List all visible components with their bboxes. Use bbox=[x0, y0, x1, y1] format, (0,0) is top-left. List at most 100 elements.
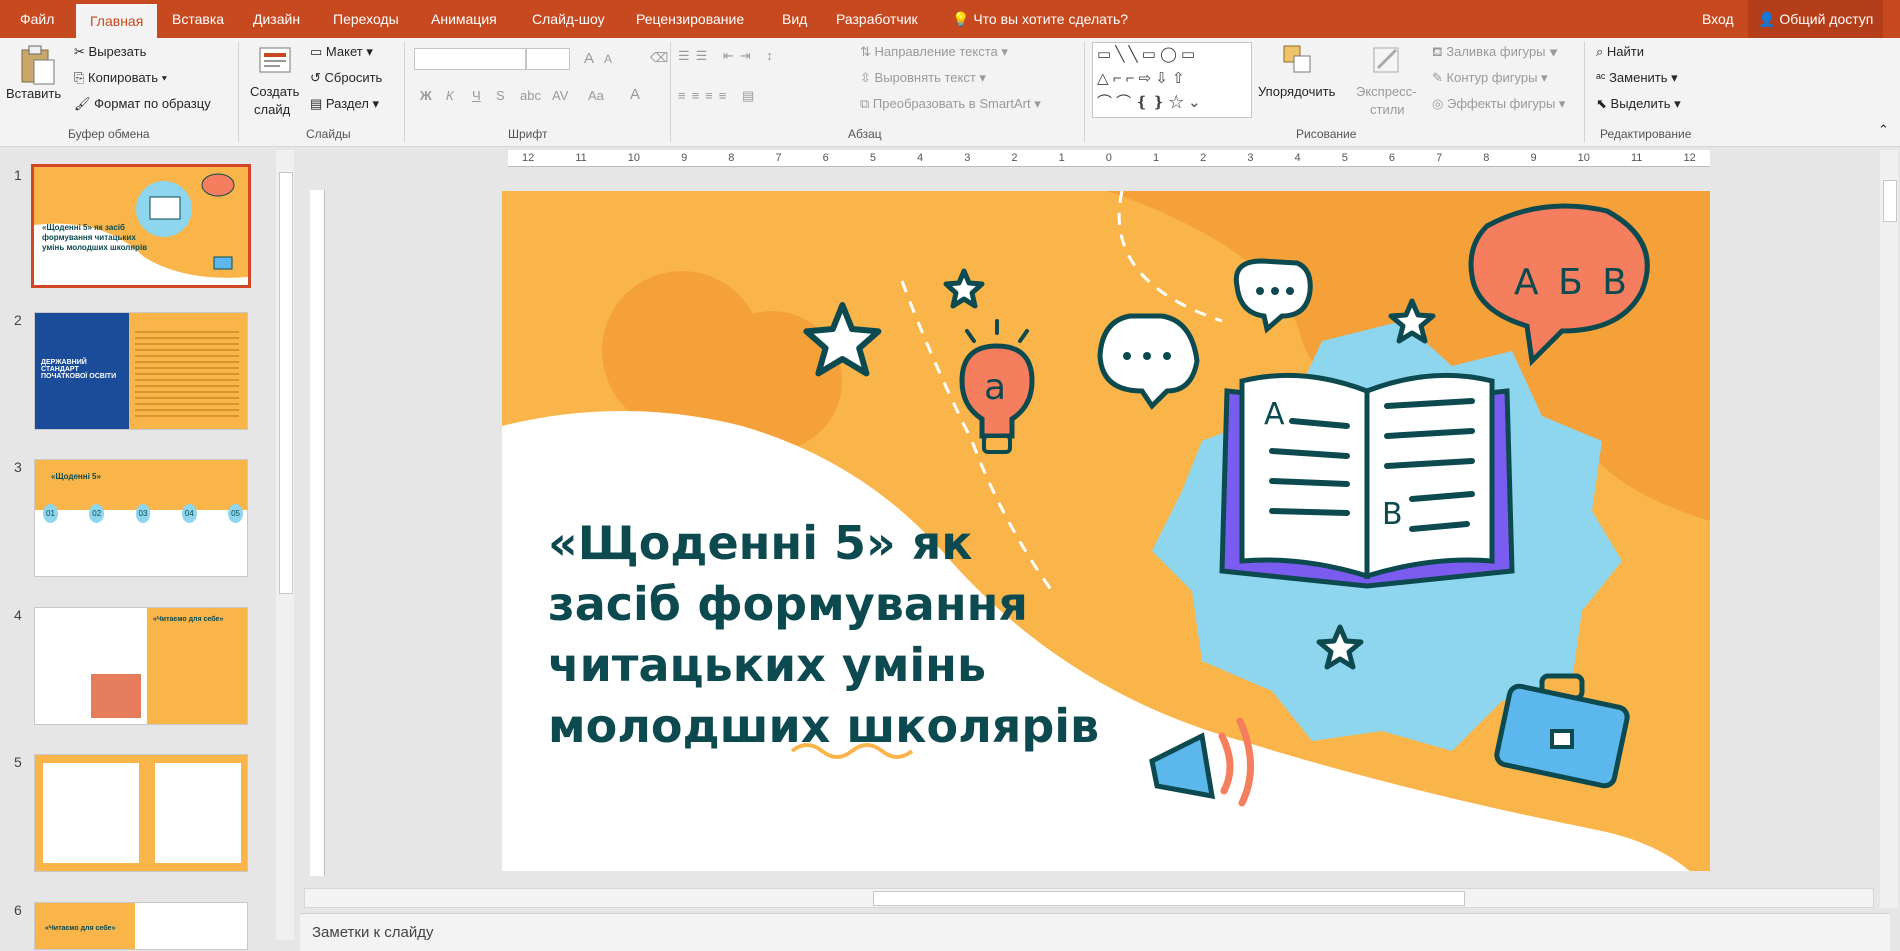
underline-button[interactable]: Ч bbox=[472, 88, 481, 103]
scissors-icon: ✂ bbox=[74, 44, 85, 59]
smartart-label: Преобразовать в SmartArt bbox=[872, 96, 1031, 111]
tab-view[interactable]: Вид bbox=[782, 0, 807, 38]
editor-vertical-scrollbar[interactable] bbox=[1880, 150, 1898, 908]
group-separator bbox=[1084, 42, 1085, 142]
shape-effects-label: Эффекты фигуры bbox=[1446, 96, 1556, 111]
font-color-icon[interactable]: A bbox=[630, 86, 640, 103]
paste-button[interactable]: Вставить bbox=[6, 86, 61, 101]
slide-thumbnail-4[interactable]: «Читаємо для себе» bbox=[34, 607, 248, 725]
thumb-step: 04 bbox=[181, 504, 197, 523]
thumb-step: 03 bbox=[135, 504, 151, 523]
signin-link[interactable]: Вход bbox=[1702, 0, 1734, 38]
ruler-label: 12 bbox=[1683, 152, 1696, 164]
new-slide-button[interactable]: Создать bbox=[250, 84, 299, 99]
replace-button[interactable]: ᵃᶜ Заменить ▾ bbox=[1596, 70, 1678, 86]
text-direction-label: Направление текста bbox=[874, 44, 998, 59]
strikethrough-icon[interactable]: abc bbox=[520, 88, 541, 103]
tab-review[interactable]: Рецензирование bbox=[636, 0, 744, 38]
slide-canvas[interactable]: A B А Б В a «Щоденні 5» як засіб формува… bbox=[502, 191, 1710, 871]
tab-transitions[interactable]: Переходы bbox=[333, 0, 399, 38]
shadow-button[interactable]: S bbox=[496, 88, 505, 103]
scrollbar-thumb[interactable] bbox=[279, 172, 293, 594]
shape-effects-button[interactable]: ◎ Эффекты фигуры ▾ bbox=[1432, 96, 1565, 112]
quick-styles-button[interactable]: Экспресс- bbox=[1356, 84, 1417, 99]
smartart-icon: ⧉ bbox=[860, 96, 870, 111]
thumbnail-scrollbar[interactable] bbox=[276, 150, 294, 940]
slide-thumbnail-1[interactable]: «Щоденні 5» як засіб формування читацьки… bbox=[31, 164, 251, 288]
find-button[interactable]: ⌕ Найти bbox=[1596, 44, 1644, 60]
ruler-label: 4 bbox=[1294, 152, 1301, 164]
ruler-label: 11 bbox=[575, 152, 587, 164]
cut-button[interactable]: ✂ Вырезать bbox=[74, 44, 146, 60]
notes-pane[interactable]: Заметки к слайду bbox=[300, 913, 1890, 951]
arrange-icon[interactable] bbox=[1282, 44, 1318, 78]
editor-horizontal-scrollbar[interactable] bbox=[304, 888, 1874, 908]
ruler-label: 11 bbox=[1630, 152, 1643, 164]
share-button[interactable]: 👤 Общий доступ bbox=[1748, 0, 1884, 38]
slide-thumbnail-3[interactable]: «Щоденні 5» 01 02 03 04 05 bbox=[34, 459, 248, 577]
thumb-steps: 01 02 03 04 05 bbox=[43, 504, 243, 523]
select-button[interactable]: ⬉ Выделить ▾ bbox=[1596, 96, 1681, 112]
shapes-gallery[interactable]: ▭ ╲ ╲ ▭ ◯ ▭ △ ⌐ ⌐ ⇨ ⇩ ⇧ ⌒ ⌒ ❴ ❵ ☆ ⌄ bbox=[1092, 42, 1252, 118]
copy-button[interactable]: ⎘ Копировать ▾ bbox=[74, 70, 167, 86]
tab-insert[interactable]: Вставка bbox=[172, 0, 224, 38]
tab-home[interactable]: Главная bbox=[76, 4, 158, 38]
slide-title[interactable]: «Щоденні 5» як засіб формування читацьки… bbox=[548, 513, 1108, 757]
slide-thumbnail-5[interactable] bbox=[34, 754, 248, 872]
section-button[interactable]: ▤ Раздел ▾ bbox=[310, 96, 379, 112]
slide-thumbnail-6[interactable]: «Читаємо для себе» bbox=[34, 902, 248, 950]
select-label: Выделить bbox=[1610, 96, 1671, 111]
bold-button[interactable]: Ж bbox=[420, 88, 432, 103]
replace-icon: ᵃᶜ bbox=[1596, 70, 1606, 85]
slide-number: 1 bbox=[14, 167, 22, 183]
share-label: Общий доступ bbox=[1779, 11, 1874, 27]
paint-bucket-icon: ⛾ bbox=[1432, 44, 1443, 59]
font-name-combo[interactable] bbox=[414, 48, 526, 70]
tab-animations[interactable]: Анимация bbox=[431, 0, 497, 38]
new-slide-button-line2[interactable]: слайд bbox=[254, 102, 290, 117]
tab-design[interactable]: Дизайн bbox=[253, 0, 300, 38]
clear-format-icon[interactable]: ⌫ bbox=[650, 50, 668, 66]
tab-slideshow[interactable]: Слайд-шоу bbox=[532, 0, 605, 38]
layout-button[interactable]: ▭ Макет ▾ bbox=[310, 44, 373, 60]
new-slide-icon[interactable] bbox=[258, 44, 294, 78]
collapse-ribbon-icon[interactable]: ⌃ bbox=[1878, 122, 1889, 138]
reset-button[interactable]: ↺ Сбросить bbox=[310, 70, 382, 86]
font-size-combo[interactable] bbox=[526, 48, 570, 70]
font-size-up-button[interactable]: A bbox=[584, 50, 594, 67]
paste-icon[interactable] bbox=[18, 44, 58, 86]
tell-me-box[interactable]: 💡 Что вы хотите сделать? bbox=[952, 0, 1128, 38]
ruler-label: 7 bbox=[1436, 152, 1443, 164]
text-direction-button[interactable]: ⇅ Направление текста ▾ bbox=[860, 44, 1008, 60]
ruler-label: 0 bbox=[1105, 152, 1112, 164]
tab-developer[interactable]: Разработчик bbox=[836, 0, 918, 38]
tab-file[interactable]: Файл bbox=[20, 0, 54, 38]
section-label: Раздел bbox=[325, 96, 369, 111]
thumb-text: ДЕРЖАВНИЙ СТАНДАРТ ПОЧАТКОВОЇ ОСВІТИ bbox=[41, 359, 117, 380]
ruler-label: 4 bbox=[917, 152, 924, 164]
shape-fill-button[interactable]: ⛾ Заливка фигуры ▾ bbox=[1432, 44, 1558, 62]
shape-outline-button[interactable]: ✎ Контур фигуры ▾ bbox=[1432, 70, 1548, 86]
quick-styles-button-line2[interactable]: стили bbox=[1370, 102, 1405, 117]
group-label-slides: Слайды bbox=[306, 127, 351, 141]
format-painter-button[interactable]: 🖌 Формат по образцу bbox=[74, 96, 211, 112]
scrollbar-thumb[interactable] bbox=[873, 891, 1465, 906]
align-icons[interactable]: ≡≡≡≡ ▤ bbox=[678, 88, 760, 104]
smartart-button[interactable]: ⧉ Преобразовать в SmartArt ▾ bbox=[860, 96, 1041, 112]
book-letter-a: A bbox=[1264, 397, 1285, 432]
group-label-paragraph: Абзац bbox=[848, 127, 882, 141]
slide-number: 4 bbox=[14, 607, 22, 623]
slide-thumbnail-2[interactable]: ДЕРЖАВНИЙ СТАНДАРТ ПОЧАТКОВОЇ ОСВІТИ bbox=[34, 312, 248, 430]
thumb-step: 05 bbox=[228, 504, 243, 523]
align-text-button[interactable]: ⇳ Выровнять текст ▾ bbox=[860, 70, 986, 86]
bullets-icon[interactable]: ☰☰ ⇤⇥ ↕ bbox=[678, 48, 779, 64]
effects-icon: ◎ bbox=[1432, 96, 1444, 111]
font-size-down-button[interactable]: A bbox=[604, 52, 612, 66]
arrange-button[interactable]: Упорядочить bbox=[1258, 84, 1335, 99]
char-spacing-icon[interactable]: AV bbox=[552, 88, 568, 103]
scrollbar-thumb[interactable] bbox=[1883, 180, 1897, 222]
change-case-icon[interactable]: Aa bbox=[588, 88, 604, 103]
notes-placeholder[interactable]: Заметки к слайду bbox=[312, 924, 434, 941]
quick-styles-icon[interactable] bbox=[1370, 44, 1406, 78]
italic-button[interactable]: К bbox=[446, 88, 454, 103]
